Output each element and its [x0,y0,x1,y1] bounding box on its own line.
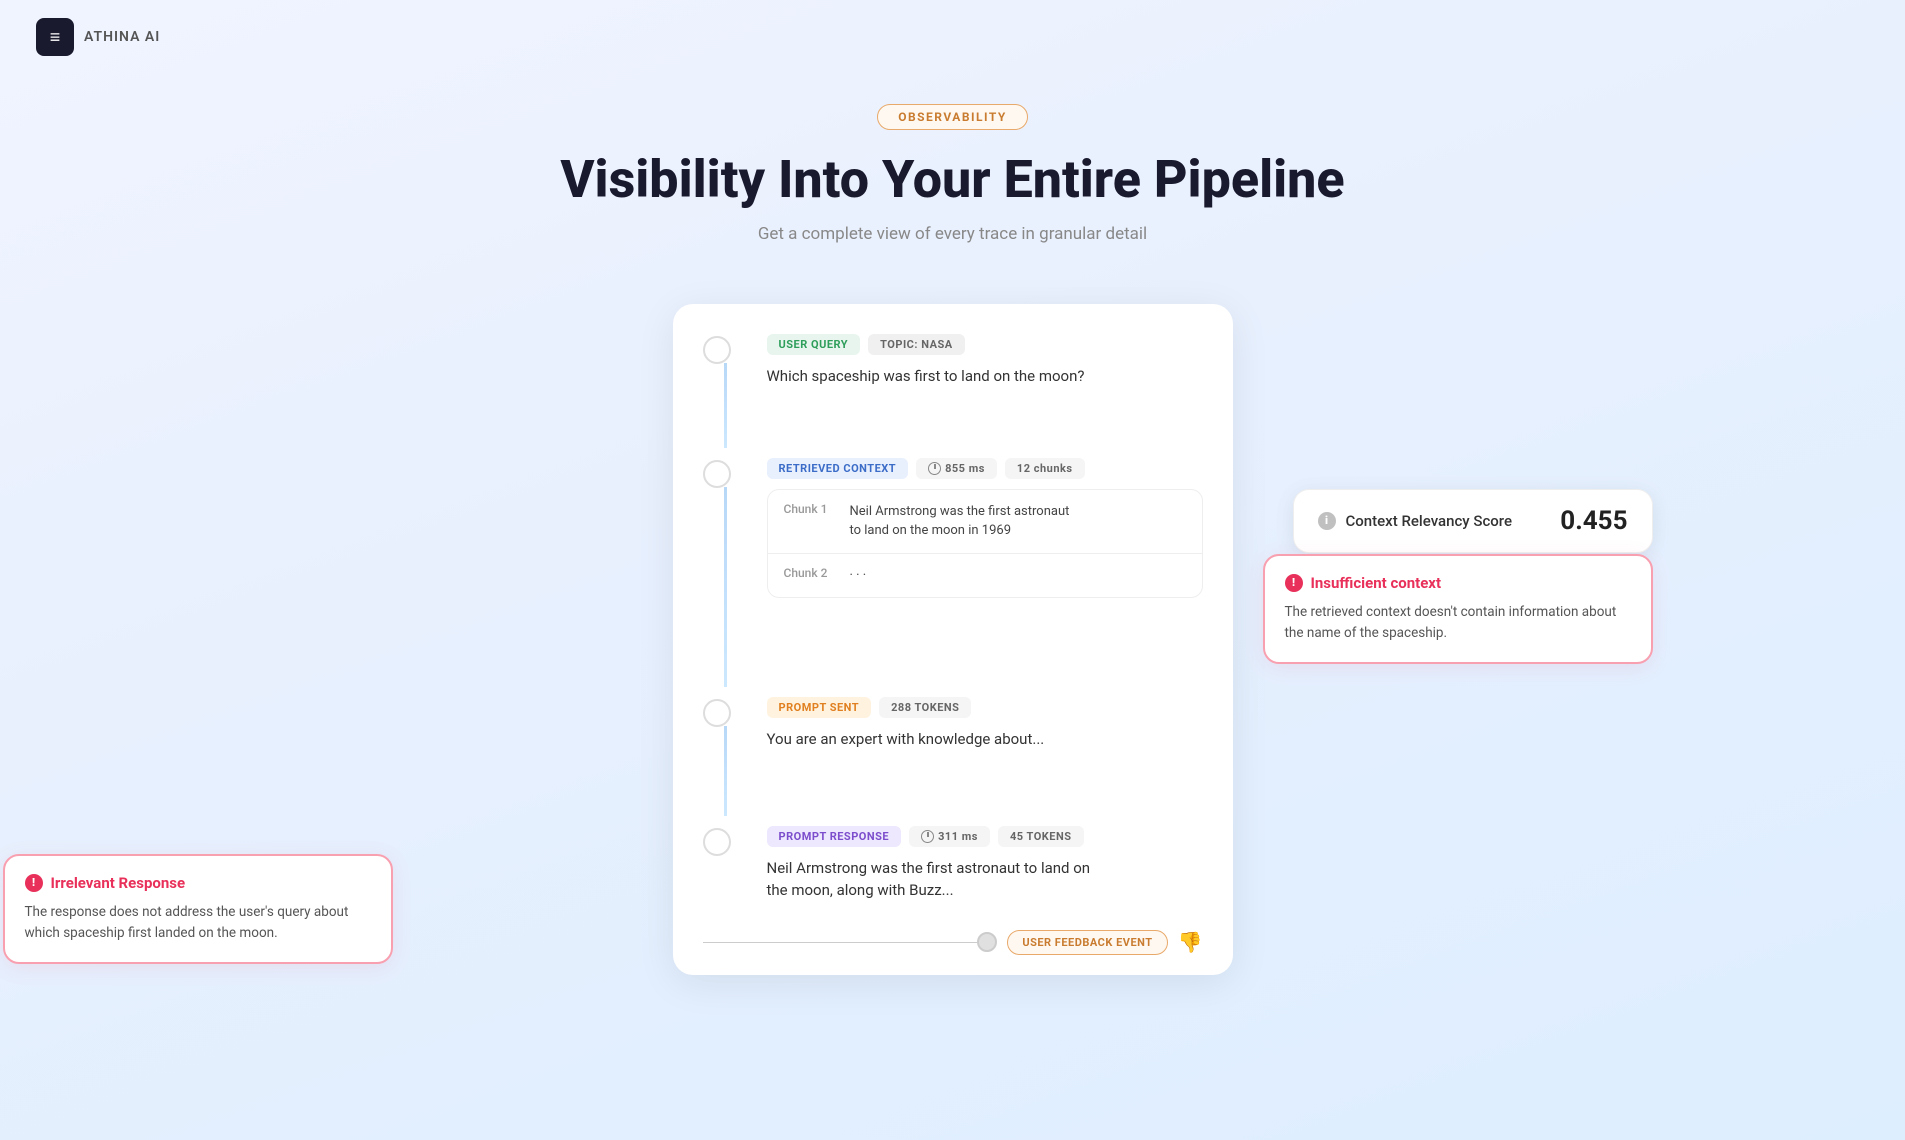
chunks-container: Chunk 1 Neil Armstrong was the first ast… [767,489,1203,599]
top-nav: ≡ ATHINA AI [0,0,1905,74]
chunk-label-1: Chunk 1 [784,502,836,516]
user-query-text: Which spaceship was first to land on the… [767,365,1203,388]
logo-icon: ≡ [36,18,74,56]
hero-section: OBSERVABILITY Visibility Into Your Entir… [0,74,1905,284]
prompt-sent-text: You are an expert with knowledge about..… [767,728,1203,751]
step-retrieved-context: RETRIEVED CONTEXT 855 ms 12 chunks Chunk… [673,458,1233,687]
pipeline-card: USER QUERY TOPIC: NASA Which spaceship w… [673,304,1233,975]
step-content-retrieved-context: RETRIEVED CONTEXT 855 ms 12 chunks Chunk… [767,458,1203,609]
insufficient-card-title: ! Insufficient context [1285,574,1631,592]
step-circle-1 [703,336,731,364]
clock-icon-1 [928,462,941,475]
brand-name: ATHINA AI [84,29,160,45]
feedback-badge: USER FEEDBACK EVENT [1007,930,1167,955]
insufficient-context-card: ! Insufficient context The retrieved con… [1263,554,1653,664]
step-user-query: USER QUERY TOPIC: NASA Which spaceship w… [673,334,1233,448]
step-content-prompt-response: PROMPT RESPONSE 311 ms 45 TOKENS Neil Ar… [767,826,1203,914]
score-card: i Context Relevancy Score 0.455 [1293,489,1653,553]
irrelevant-card-body: The response does not address the user's… [25,902,371,944]
tag-prompt-sent: PROMPT SENT [767,697,872,718]
chunk-row-1: Chunk 1 Neil Armstrong was the first ast… [768,490,1202,553]
feedback-circle [977,932,997,952]
tag-retrieved-context: RETRIEVED CONTEXT [767,458,909,479]
feedback-line [703,942,978,944]
irrelevant-response-card: ! Irrelevant Response The response does … [3,854,393,964]
clock-icon-2 [921,830,934,843]
chunk-row-2: Chunk 2 · · · [768,553,1202,598]
chunk-label-2: Chunk 2 [784,566,836,580]
tag-tokens-response: 45 TOKENS [998,826,1084,847]
step-prompt-sent: PROMPT SENT 288 TOKENS You are an expert… [673,697,1233,816]
score-card-value: 0.455 [1560,506,1627,536]
step-tags-prompt-sent: PROMPT SENT 288 TOKENS [767,697,1203,718]
error-icon-insufficient: ! [1285,574,1303,592]
step-content-user-query: USER QUERY TOPIC: NASA Which spaceship w… [767,334,1203,400]
chunk-text-2: · · · [850,566,867,586]
chunk-text-1: Neil Armstrong was the first astronaut t… [850,502,1070,541]
user-feedback-event-row: USER FEEDBACK EVENT 👎 [673,930,1233,955]
tag-user-query: USER QUERY [767,334,861,355]
error-icon-irrelevant: ! [25,874,43,892]
step-tags-prompt-response: PROMPT RESPONSE 311 ms 45 TOKENS [767,826,1203,847]
step-prompt-response: PROMPT RESPONSE 311 ms 45 TOKENS Neil Ar… [673,826,1233,914]
irrelevant-card-title: ! Irrelevant Response [25,874,371,892]
tag-time-retrieved: 855 ms [916,458,997,479]
info-icon-score: i [1318,512,1336,530]
step-content-prompt-sent: PROMPT SENT 288 TOKENS You are an expert… [767,697,1203,763]
tag-tokens-prompt-sent: 288 TOKENS [879,697,971,718]
step-circle-4 [703,828,731,856]
step-circle-3 [703,699,731,727]
tag-prompt-response: PROMPT RESPONSE [767,826,902,847]
hero-subtitle: Get a complete view of every trace in gr… [20,224,1885,244]
prompt-response-text: Neil Armstrong was the first astronaut t… [767,857,1203,902]
tag-topic-nasa: TOPIC: NASA [868,334,965,355]
step-circle-2 [703,460,731,488]
step-tags-retrieved: RETRIEVED CONTEXT 855 ms 12 chunks [767,458,1203,479]
hero-title: Visibility Into Your Entire Pipeline [20,150,1885,210]
score-card-label: Context Relevancy Score [1346,512,1551,530]
tag-chunks: 12 chunks [1005,458,1085,479]
feedback-thumb-icon: 👎 [1178,930,1203,954]
tag-time-response: 311 ms [909,826,990,847]
insufficient-card-body: The retrieved context doesn't contain in… [1285,602,1631,644]
step-tags-user-query: USER QUERY TOPIC: NASA [767,334,1203,355]
observability-badge: OBSERVABILITY [877,104,1028,130]
main-content: USER QUERY TOPIC: NASA Which spaceship w… [0,284,1905,995]
logo: ≡ ATHINA AI [36,18,160,56]
